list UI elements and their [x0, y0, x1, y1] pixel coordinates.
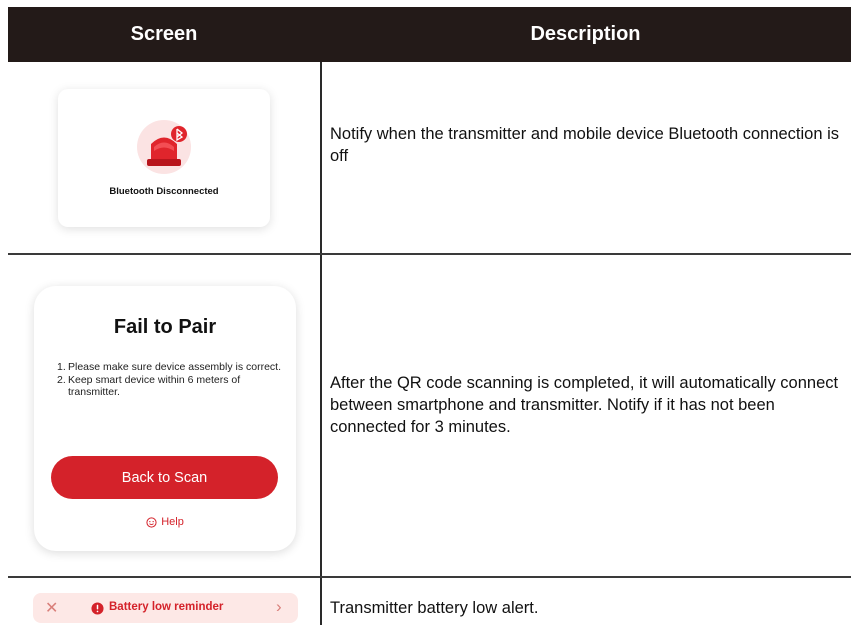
- warning-icon: [91, 602, 104, 615]
- battery-low-banner[interactable]: ✕ Battery low reminder ›: [33, 593, 298, 623]
- header-screen: Screen: [8, 7, 320, 62]
- dialog-title: Fail to Pair: [113, 316, 217, 338]
- row-description: Notify when the transmitter and mobile d…: [330, 125, 840, 165]
- siren-bluetooth-icon: [137, 120, 191, 174]
- card-label: Bluetooth Disconnected: [109, 186, 219, 197]
- banner-label: Battery low reminder: [109, 601, 224, 613]
- list-number: 1.: [57, 361, 66, 373]
- header-description: Description: [320, 7, 851, 62]
- list-text: Keep smart device within 6 meters of tra…: [68, 373, 241, 399]
- description-table: Screen Description Bluetooth Disconnecte…: [8, 7, 851, 625]
- row-divider: [8, 576, 851, 578]
- bluetooth-disconnected-card: Bluetooth Disconnected: [58, 89, 270, 227]
- close-icon[interactable]: ✕: [45, 598, 58, 618]
- help-label: Help: [161, 516, 184, 528]
- row-description: Transmitter battery low alert.: [330, 599, 539, 617]
- row-divider: [8, 253, 851, 255]
- back-to-scan-button[interactable]: Back to Scan: [51, 456, 278, 499]
- chevron-right-icon[interactable]: ›: [276, 597, 282, 617]
- instruction-list: 1. Please make sure device assembly is c…: [53, 361, 293, 399]
- list-item: 1. Please make sure device assembly is c…: [53, 361, 293, 374]
- row-description: After the QR code scanning is completed,…: [330, 374, 839, 436]
- list-number: 2.: [57, 373, 66, 386]
- column-divider: [320, 62, 322, 625]
- list-text: Please make sure device assembly is corr…: [68, 361, 281, 373]
- help-smiley-icon: [146, 516, 157, 528]
- list-item: 2. Keep smart device within 6 meters of …: [53, 374, 293, 399]
- help-link[interactable]: Help: [34, 516, 296, 528]
- fail-to-pair-dialog: Fail to Pair 1. Please make sure device …: [34, 286, 296, 551]
